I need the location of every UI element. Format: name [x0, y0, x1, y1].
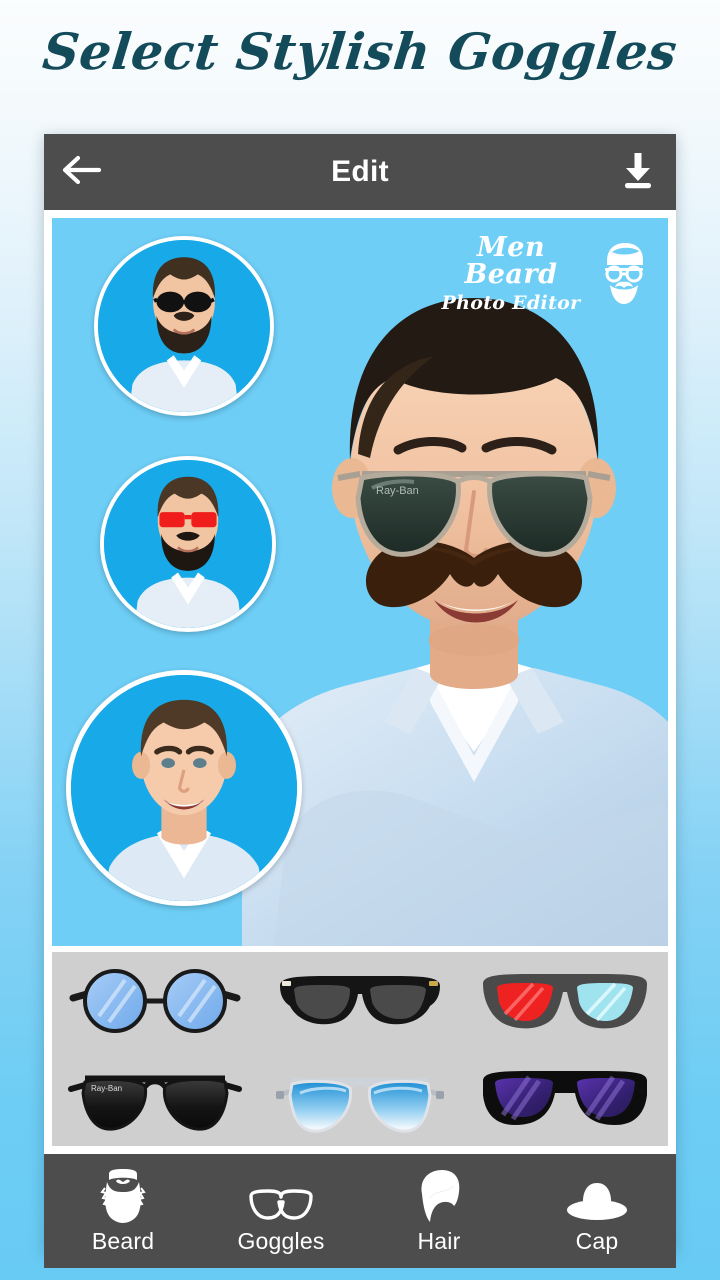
nav-item-hair[interactable]: Hair	[360, 1154, 518, 1268]
thumbnail-image-bearded-black-aviator	[98, 240, 270, 412]
watermark-logo: Men Beard Photo Editor	[430, 232, 650, 314]
goggles-option-black-wayfarer[interactable]	[257, 952, 462, 1049]
black-aviator-icon: Ray-Ban	[67, 1075, 242, 1131]
goggles-option-3d-red-cyan[interactable]	[463, 952, 668, 1049]
nav-label-beard: Beard	[91, 1227, 155, 1254]
3d-glasses-icon	[483, 973, 648, 1028]
toolbar-title: Edit	[331, 155, 389, 188]
nav-item-cap[interactable]: Cap	[518, 1154, 676, 1268]
thumbnail-option-1[interactable]	[94, 236, 274, 416]
save-button[interactable]	[600, 134, 676, 210]
blue-aviator-icon	[275, 1077, 445, 1133]
bearded-man-icon	[605, 243, 643, 304]
goggles-tray-container: Ray-Ban	[44, 952, 676, 1154]
goggles-option-black-aviator[interactable]: Ray-Ban	[52, 1049, 257, 1146]
nav-item-beard[interactable]: Beard	[44, 1154, 202, 1268]
subject-photo[interactable]: Ray-Ban	[234, 282, 668, 946]
goggles-option-round-blue[interactable]	[52, 952, 257, 1049]
watermark-line2: Photo Editor	[441, 291, 581, 314]
goggles-tray: Ray-Ban	[52, 952, 668, 1146]
bottom-navigation: Beard Goggles Hair Cap	[44, 1154, 676, 1268]
nav-label-hair: Hair	[417, 1227, 461, 1254]
beard-icon	[98, 1168, 148, 1224]
thumbnail-option-2[interactable]	[100, 456, 276, 632]
back-button[interactable]	[44, 134, 120, 210]
arrow-left-icon	[62, 155, 102, 190]
watermark-line1: Men Beard	[464, 231, 558, 290]
goggles-option-purple-wayfarer[interactable]	[463, 1049, 668, 1146]
svg-text:Ray-Ban: Ray-Ban	[376, 485, 419, 497]
app-window: Edit Ray-Ban Men Beard Photo Editor Ray-…	[44, 134, 676, 1268]
photo-canvas[interactable]: Ray-Ban Men Beard Photo Editor	[52, 218, 668, 946]
goggles-option-blue-aviator[interactable]	[257, 1049, 462, 1146]
black-wayfarer-icon	[279, 975, 440, 1024]
svg-text:Ray-Ban: Ray-Ban	[91, 1084, 122, 1093]
download-icon	[619, 150, 657, 195]
page-title: Select Stylish Goggles	[40, 22, 680, 81]
nav-label-goggles: Goggles	[237, 1227, 325, 1254]
thumbnail-option-3[interactable]	[66, 670, 302, 906]
cap-icon	[565, 1168, 629, 1224]
nav-item-goggles[interactable]: Goggles	[202, 1154, 360, 1268]
round-blue-glasses-icon	[69, 968, 241, 1033]
thumbnail-image-bearded-red-goggles	[104, 460, 272, 628]
hair-icon	[414, 1168, 464, 1224]
canvas-container: Ray-Ban Men Beard Photo Editor	[44, 210, 676, 952]
goggles-icon	[248, 1168, 314, 1224]
purple-wayfarer-icon	[483, 1070, 648, 1125]
thumbnail-image-clean-shaven-smiling	[71, 675, 297, 901]
toolbar: Edit	[44, 134, 676, 210]
nav-label-cap: Cap	[575, 1227, 619, 1254]
